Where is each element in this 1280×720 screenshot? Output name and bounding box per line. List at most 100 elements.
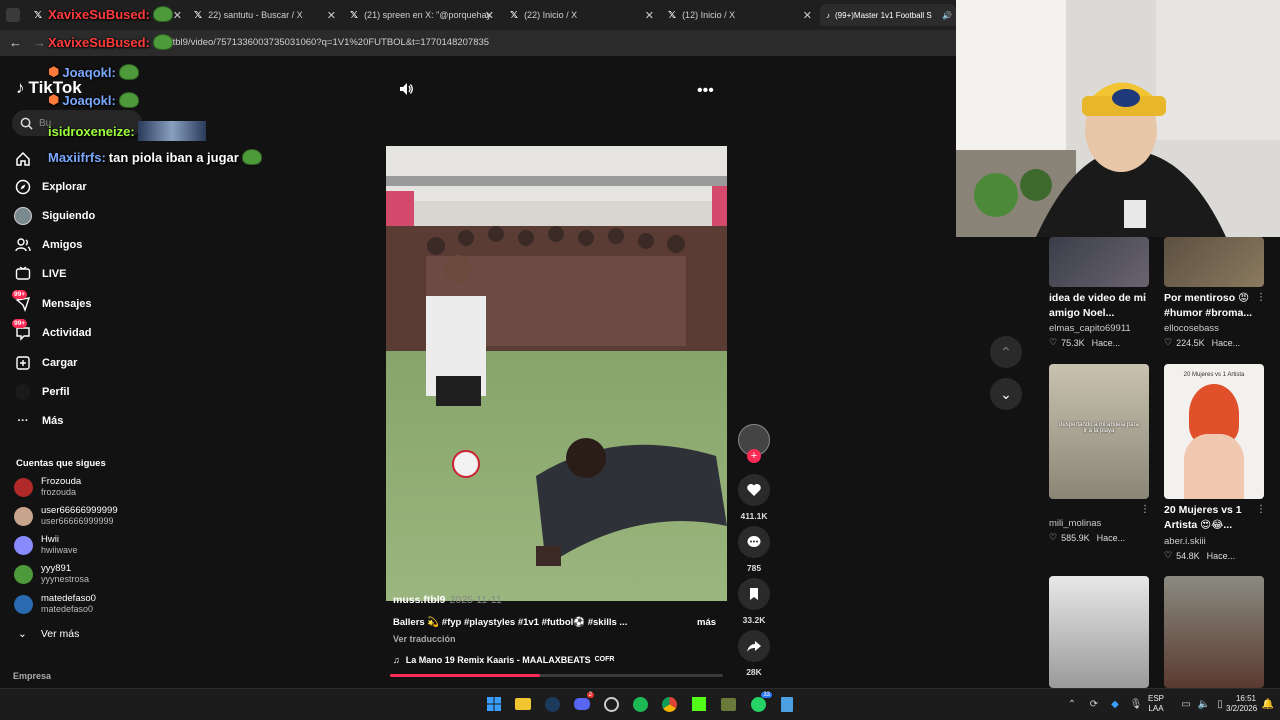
sidebar-item-label: Mensajes (42, 298, 92, 310)
related-video-thumbnail[interactable]: despertando a mi abuela para ir a la pla… (1049, 364, 1149, 499)
sync-icon[interactable]: ⟳ (1084, 694, 1104, 714)
share-button[interactable]: 28K (738, 630, 770, 677)
whatsapp-icon[interactable]: 33 (748, 692, 772, 714)
related-video-thumbnail[interactable] (1049, 576, 1149, 688)
url-text[interactable]: ftbl9/video/7571336003735031060?q=1V1%20… (170, 37, 489, 48)
sidebar-item-mas[interactable]: ··· Más (14, 412, 64, 430)
next-video-button[interactable]: ⌄ (990, 378, 1022, 410)
related-video-title[interactable]: idea de video de mi amigo Noel... (1049, 291, 1149, 321)
save-button[interactable]: 33.2K (738, 578, 770, 625)
search-icon (20, 117, 33, 130)
related-video-author[interactable]: mili_molinas (1049, 518, 1101, 529)
language-indicator[interactable]: ESP LAA (1148, 694, 1164, 714)
related-video-author[interactable]: elmas_capito69911 (1049, 323, 1131, 334)
more-options-icon[interactable]: ⋮ (1256, 292, 1266, 303)
person-figure (1184, 434, 1244, 499)
sidebar-item-siguiendo[interactable]: Siguiendo (14, 207, 95, 225)
sidebar-item-actividad[interactable]: 99+ Actividad (12, 319, 92, 342)
thumbnail-overlay-text: despertando a mi abuela para ir a la pla… (1059, 422, 1139, 434)
followed-account[interactable]: matedefaso0 matedefaso0 (14, 593, 96, 615)
chat-message: XavixeSuBused: (48, 34, 173, 50)
see-more-link[interactable]: ⌄ Ver más (18, 628, 79, 640)
related-video-title[interactable]: Por mentiroso 😡 #humor #broma... (1164, 291, 1264, 321)
share-icon (738, 630, 770, 662)
previous-video-button[interactable]: ⌃ (990, 336, 1022, 368)
tab-2[interactable]: 𝕏 22) santutu - Buscar / X ✕ (188, 4, 342, 26)
sidebar-item-mensajes[interactable]: 99+ Mensajes (12, 290, 92, 313)
followed-account[interactable]: Hwii hwiiwave (14, 534, 78, 556)
kick-icon[interactable] (689, 694, 709, 714)
upload-icon (14, 354, 32, 372)
notifications-icon[interactable]: 🔔 (1258, 694, 1278, 714)
notification-badge: 99+ (12, 319, 28, 328)
follow-plus-icon[interactable]: + (747, 449, 761, 463)
webcam-overlay (956, 0, 1280, 237)
related-video-title[interactable]: 20 Mujeres vs 1 Artista 😍😂... (1164, 503, 1264, 533)
more-options-icon[interactable]: ••• (697, 82, 714, 100)
discord-icon[interactable]: 2 (572, 692, 594, 714)
following-section-title: Cuentas que sigues (16, 458, 106, 469)
speaker-icon[interactable] (398, 81, 414, 102)
related-video-thumbnail[interactable] (1164, 576, 1264, 688)
more-options-icon[interactable]: ⋮ (1140, 504, 1150, 515)
close-icon[interactable]: ✕ (327, 9, 336, 22)
sidebar-item-amigos[interactable]: Amigos (14, 236, 82, 254)
tab-active[interactable]: ♪ (99+)Master 1v1 Football S 🔊 (820, 4, 956, 26)
company-link[interactable]: Empresa (13, 671, 51, 681)
steam-icon[interactable] (542, 694, 562, 714)
translate-link[interactable]: Ver traducción (393, 634, 456, 644)
spotify-icon[interactable] (630, 694, 650, 714)
microphone-icon[interactable]: 🎙 (1126, 694, 1146, 714)
related-video-author[interactable]: aber.i.skiii (1164, 536, 1206, 547)
close-icon[interactable]: ✕ (645, 9, 654, 22)
sidebar-item-explorar[interactable]: Explorar (14, 178, 87, 196)
sidebar-item-label: Cargar (42, 357, 78, 369)
followed-account[interactable]: user66666999999 user66666999999 (14, 505, 118, 527)
related-video-thumbnail[interactable] (1164, 237, 1264, 287)
video-progress-bar[interactable] (390, 674, 723, 677)
sidebar-item-home[interactable] (14, 150, 32, 168)
sidebar-item-cargar[interactable]: Cargar (14, 354, 77, 372)
file-explorer-icon[interactable] (513, 694, 533, 714)
music-link[interactable]: ♫ La Mano 19 Remix Kaaris - MAALAXBEATS CO… (393, 655, 614, 665)
obs-icon[interactable] (601, 694, 621, 714)
chevron-down-icon: ⌄ (18, 628, 27, 640)
chrome-icon[interactable] (659, 694, 679, 714)
thumbnail-overlay-text: 20 Mujeres vs 1 Artista (1183, 372, 1245, 378)
back-arrow-icon[interactable]: ← (9, 35, 22, 50)
app-icon[interactable] (718, 694, 738, 714)
chevron-up-icon: ⌃ (1000, 343, 1012, 360)
tab-5[interactable]: 𝕏 (12) Inicio / X ✕ (662, 4, 818, 26)
tab-4[interactable]: 𝕏 (22) Inicio / X ✕ (504, 4, 660, 26)
comment-button[interactable]: 785 (738, 526, 770, 573)
author-avatar[interactable]: + (738, 424, 770, 463)
windows-start-icon[interactable] (484, 694, 504, 714)
forward-arrow-icon[interactable]: → (33, 35, 46, 50)
related-video-thumbnail[interactable]: 20 Mujeres vs 1 Artista (1164, 364, 1264, 499)
like-button[interactable]: 411.1K (738, 474, 770, 521)
tiktok-tab-icon: ♪ (826, 10, 830, 20)
tab-3[interactable]: 𝕏 (21) spreen en X: "@porquehay ✕ (344, 4, 500, 26)
chevron-up-icon[interactable]: ⌃ (1062, 694, 1082, 714)
close-icon[interactable]: ✕ (173, 9, 182, 22)
system-clock[interactable]: 16:51 3/2/2026 (1226, 694, 1257, 714)
more-options-icon[interactable]: ⋮ (1140, 292, 1150, 303)
security-icon[interactable]: ◆ (1105, 694, 1125, 714)
network-icon[interactable]: ▭ (1176, 694, 1196, 714)
more-options-icon[interactable]: ⋮ (1256, 504, 1266, 515)
related-video-thumbnail[interactable] (1049, 237, 1149, 287)
chevron-down-icon: ⌄ (1000, 385, 1012, 402)
close-icon[interactable]: ✕ (485, 9, 494, 22)
sidebar-item-live[interactable]: LIVE (14, 265, 66, 283)
speaker-icon[interactable]: 🔊 (942, 11, 952, 20)
tab-menu-icon[interactable] (6, 8, 20, 22)
video-author[interactable]: muss.ftbl9 2025-11-11 (393, 594, 502, 606)
sidebar-item-perfil[interactable]: Perfil (14, 383, 70, 401)
related-video-author[interactable]: ellocosebass (1164, 323, 1219, 334)
followed-account[interactable]: Frozouda frozouda (14, 476, 81, 498)
followed-account[interactable]: yyy891 yyynestrosa (14, 563, 89, 585)
caption-more-link[interactable]: más (697, 617, 716, 628)
video-player[interactable] (386, 146, 727, 601)
notepad-icon[interactable] (777, 694, 797, 714)
close-icon[interactable]: ✕ (803, 9, 812, 22)
